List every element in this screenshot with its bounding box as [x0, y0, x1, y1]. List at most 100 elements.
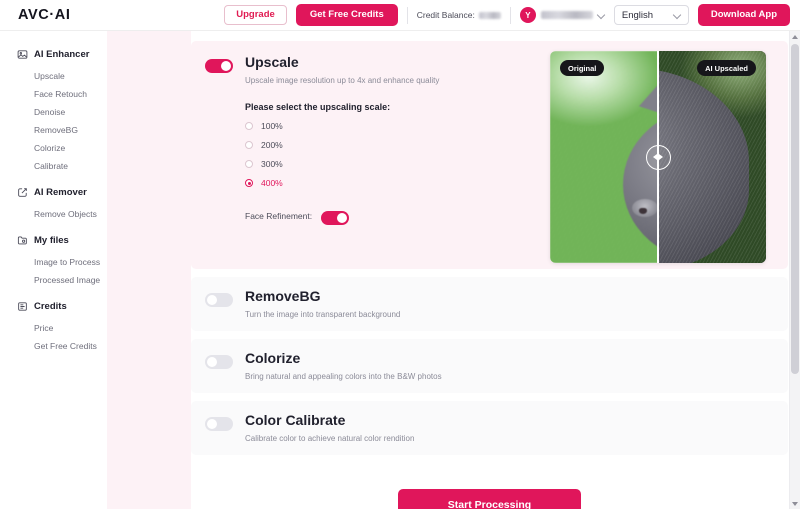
sidebar-item-image-to-process[interactable]: Image to Process — [0, 253, 107, 271]
color-calibrate-card-header: Color Calibrate Calibrate color to achie… — [205, 413, 772, 443]
sidebar-item-denoise[interactable]: Denoise — [0, 103, 107, 121]
preview-pane-original — [550, 51, 658, 263]
colorize-title: Colorize — [245, 350, 301, 366]
comparison-preview[interactable]: Original AI Upscaled — [550, 51, 766, 263]
upscaled-image — [658, 51, 766, 263]
image-icon — [17, 49, 28, 60]
sidebar: AI Enhancer Upscale Face Retouch Denoise… — [0, 31, 107, 509]
sidebar-item-remove-objects[interactable]: Remove Objects — [0, 205, 107, 223]
header-divider-1 — [406, 6, 408, 24]
username-label — [540, 11, 593, 19]
colorize-description: Bring natural and appealing colors into … — [245, 372, 442, 381]
user-menu[interactable]: Y — [519, 7, 605, 23]
upscale-description: Upscale image resolution up to 4x and en… — [245, 76, 440, 85]
color-calibrate-description: Calibrate color to achieve natural color… — [245, 434, 415, 443]
folder-icon — [17, 235, 28, 246]
scroll-up-arrow-icon[interactable] — [790, 31, 800, 42]
removebg-card-header: RemoveBG Turn the image into transparent… — [205, 289, 772, 319]
upscale-card-text: Upscale Upscale image resolution up to 4… — [245, 55, 439, 85]
edit-square-icon — [17, 187, 28, 198]
radio-icon — [245, 160, 253, 168]
main-content: Upscale Upscale image resolution up to 4… — [191, 31, 800, 509]
removebg-toggle[interactable] — [205, 293, 233, 307]
sidebar-item-colorize[interactable]: Colorize — [0, 139, 107, 157]
colorize-card-text: Colorize Bring natural and appealing col… — [245, 351, 442, 381]
sidebar-item-my-files[interactable]: My files — [0, 230, 107, 251]
sidebar-item-upscale[interactable]: Upscale — [0, 67, 107, 85]
sidebar-item-credits[interactable]: Credits — [0, 296, 107, 317]
radio-icon — [245, 141, 253, 149]
sidebar-item-processed-image[interactable]: Processed Image — [0, 271, 107, 289]
upscale-toggle[interactable] — [205, 59, 233, 73]
card-icon — [17, 301, 28, 312]
color-calibrate-title: Color Calibrate — [245, 412, 346, 428]
colorize-card: Colorize Bring natural and appealing col… — [191, 339, 788, 393]
sidebar-item-face-retouch[interactable]: Face Retouch — [0, 85, 107, 103]
ai-upscaled-tag: AI Upscaled — [697, 60, 756, 76]
sidebar-group-my-files: My files Image to Process Processed Imag… — [0, 230, 107, 289]
face-refinement-toggle[interactable] — [321, 211, 350, 225]
sidebar-group-label: Credits — [34, 301, 67, 312]
sidebar-item-ai-enhancer[interactable]: AI Enhancer — [0, 44, 107, 65]
original-image — [550, 51, 658, 263]
preview-pane-upscaled — [658, 51, 766, 263]
radio-selected-icon — [245, 179, 253, 187]
sidebar-sublist: Price Get Free Credits — [0, 317, 107, 355]
get-free-credits-button[interactable]: Get Free Credits — [295, 4, 398, 26]
fur-texture — [658, 51, 766, 263]
sidebar-group-ai-remover: AI Remover Remove Objects — [0, 182, 107, 223]
removebg-card-text: RemoveBG Turn the image into transparent… — [245, 289, 400, 319]
sidebar-item-removebg[interactable]: RemoveBG — [0, 121, 107, 139]
sidebar-sublist: Upscale Face Retouch Denoise RemoveBG Co… — [0, 65, 107, 175]
face-refinement-label: Face Refinement: — [245, 211, 313, 221]
scale-option-label: 300% — [261, 159, 283, 169]
color-calibrate-card: Color Calibrate Calibrate color to achie… — [191, 401, 788, 455]
removebg-description: Turn the image into transparent backgrou… — [245, 310, 401, 319]
colorize-card-header: Colorize Bring natural and appealing col… — [205, 351, 772, 381]
comparison-slider-handle[interactable] — [645, 144, 671, 170]
sidebar-group-ai-enhancer: AI Enhancer Upscale Face Retouch Denoise… — [0, 44, 107, 175]
feature-card-list: Upscale Upscale image resolution up to 4… — [191, 41, 788, 509]
start-processing-button[interactable]: Start Processing — [398, 489, 581, 509]
credit-balance-label: Credit Balance: — [416, 10, 475, 20]
scale-option-label: 400% — [261, 178, 283, 188]
radio-icon — [245, 122, 253, 130]
scale-option-label: 200% — [261, 140, 283, 150]
sidebar-item-get-free-credits[interactable]: Get Free Credits — [0, 337, 107, 355]
removebg-title: RemoveBG — [245, 288, 321, 304]
app-root: AVC·AI Upgrade Get Free Credits Credit B… — [0, 0, 800, 509]
app-logo: AVC·AI — [18, 7, 71, 23]
sidebar-item-ai-remover[interactable]: AI Remover — [0, 182, 107, 203]
color-calibrate-card-text: Color Calibrate Calibrate color to achie… — [245, 413, 414, 443]
scroll-down-arrow-icon[interactable] — [790, 498, 800, 509]
content-gutter — [107, 31, 191, 509]
download-app-button[interactable]: Download App — [697, 4, 790, 26]
color-calibrate-toggle[interactable] — [205, 417, 233, 431]
sidebar-group-label: AI Enhancer — [34, 49, 90, 60]
language-select[interactable]: English — [613, 5, 689, 25]
sidebar-group-label: My files — [34, 235, 69, 246]
sidebar-item-price[interactable]: Price — [0, 319, 107, 337]
credit-balance-value — [478, 11, 501, 19]
upscale-card: Upscale Upscale image resolution up to 4… — [191, 41, 788, 269]
app-header: AVC·AI Upgrade Get Free Credits Credit B… — [0, 0, 800, 31]
sidebar-sublist: Image to Process Processed Image — [0, 251, 107, 289]
scrollbar-thumb[interactable] — [791, 44, 799, 374]
header-divider-2 — [509, 6, 511, 24]
sidebar-group-credits: Credits Price Get Free Credits — [0, 296, 107, 355]
vertical-scrollbar[interactable] — [789, 31, 800, 509]
removebg-card: RemoveBG Turn the image into transparent… — [191, 277, 788, 331]
upgrade-button[interactable]: Upgrade — [224, 5, 287, 25]
upscale-title: Upscale — [245, 54, 299, 70]
fur-texture — [550, 51, 658, 263]
start-processing-row: Start Processing — [191, 489, 788, 509]
header-actions: Upgrade Get Free Credits Credit Balance:… — [224, 4, 790, 26]
sidebar-item-calibrate[interactable]: Calibrate — [0, 157, 107, 175]
avatar: Y — [519, 7, 536, 23]
scale-option-label: 100% — [261, 121, 283, 131]
chevron-down-icon — [674, 12, 681, 19]
language-value: English — [621, 9, 654, 21]
sidebar-sublist: Remove Objects — [0, 203, 107, 223]
colorize-toggle[interactable] — [205, 355, 233, 369]
arrow-left-icon — [653, 154, 657, 160]
